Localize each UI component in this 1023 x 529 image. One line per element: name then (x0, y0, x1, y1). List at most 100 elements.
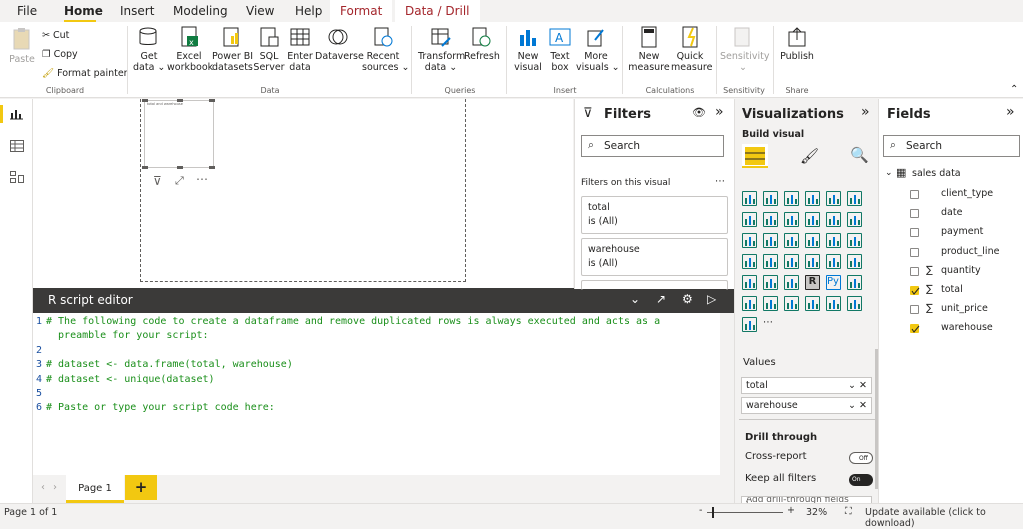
resize-handle[interactable] (142, 166, 148, 169)
area-chart-icon[interactable] (763, 212, 778, 227)
field-total[interactable]: total (941, 284, 963, 295)
100-column-icon[interactable] (847, 191, 862, 206)
funnel-icon[interactable] (763, 233, 778, 248)
pie-icon[interactable] (805, 233, 820, 248)
next-page-icon[interactable]: › (53, 482, 57, 493)
filter-card-total[interactable]: total is (All) (581, 196, 728, 234)
field-checkbox[interactable] (910, 247, 919, 257)
new-visual-button[interactable]: New visual (512, 26, 544, 73)
zoom-slider-thumb[interactable] (712, 507, 714, 518)
stacked-column-icon[interactable] (763, 191, 778, 206)
field-checkbox[interactable] (910, 324, 920, 334)
report-view-icon[interactable] (10, 108, 24, 123)
gauge-icon[interactable] (784, 254, 799, 269)
paginated-icon[interactable] (805, 296, 820, 311)
donut-icon[interactable] (826, 233, 841, 248)
paste-button[interactable]: Paste (6, 26, 38, 65)
more-visuals-button[interactable]: More visuals ⌄ (576, 26, 620, 73)
cross-report-toggle[interactable]: Off (849, 452, 873, 464)
line-column-icon[interactable] (805, 212, 820, 227)
values-well-total[interactable]: total ⌄ ✕ (741, 377, 872, 394)
build-visual-tab[interactable] (742, 144, 768, 168)
field-checkbox[interactable] (910, 228, 919, 238)
power-bi-datasets-button[interactable]: Power BI datasets (212, 26, 253, 73)
collapse-pane-icon[interactable]: » (1006, 104, 1015, 120)
cut-button[interactable]: ✂ Cut (42, 30, 69, 41)
refresh-button[interactable]: Refresh (464, 26, 500, 62)
chevron-down-icon[interactable]: ⌄ (885, 168, 893, 178)
key-influencers-icon[interactable] (847, 275, 862, 290)
tab-help[interactable]: Help (295, 4, 322, 18)
r-script-code-area[interactable]: 1 # The following code to create a datafr… (33, 313, 720, 475)
field-payment[interactable]: payment (941, 226, 983, 237)
power-automate-icon[interactable] (847, 296, 862, 311)
slicer-icon[interactable] (742, 275, 757, 290)
resize-handle[interactable] (177, 166, 183, 169)
treemap-icon[interactable] (847, 233, 862, 248)
chevron-remove-icon[interactable]: ⌄ ✕ (848, 380, 867, 391)
resize-handle[interactable] (142, 99, 148, 102)
excel-workbook-button[interactable]: x Excel workbook (167, 26, 213, 73)
field-checkbox[interactable] (910, 209, 919, 219)
selected-visual[interactable]: total and warehouse (142, 99, 215, 169)
ellipsis-icon[interactable]: ⋯ (763, 317, 778, 332)
field-checkbox[interactable] (910, 190, 919, 199)
field-checkbox[interactable] (910, 266, 919, 276)
drill-through-drop-area[interactable]: Add drill-through fields here (741, 496, 872, 503)
enter-data-button[interactable]: Enter data (286, 26, 314, 73)
quick-measure-button[interactable]: Quick measure (671, 26, 712, 73)
zoom-in-button[interactable]: + (787, 505, 795, 516)
stacked-area-icon[interactable] (784, 212, 799, 227)
dataverse-button[interactable]: Dataverse (315, 26, 364, 62)
field-checkbox[interactable] (910, 305, 919, 315)
qa-icon[interactable] (763, 296, 778, 311)
publish-button[interactable]: Publish (778, 26, 816, 62)
text-box-button[interactable]: A Text box (545, 26, 575, 73)
matrix-icon[interactable] (784, 275, 799, 290)
decomposition-tree-icon[interactable] (742, 296, 757, 311)
more-options-icon[interactable]: ⋯ (715, 176, 725, 187)
update-available-link[interactable]: Update available (click to download) (865, 507, 1023, 529)
collapse-ribbon-icon[interactable]: ⌃ (1010, 84, 1018, 95)
add-page-button[interactable]: + (125, 475, 157, 500)
filters-search-input[interactable]: ⌕ Search (581, 135, 724, 157)
settings-icon[interactable]: ⚙ (682, 292, 693, 306)
tab-file[interactable]: File (17, 4, 37, 18)
tab-view[interactable]: View (246, 4, 274, 18)
ribbon-chart-icon[interactable] (847, 212, 862, 227)
filter-icon[interactable]: ⊽ (153, 174, 162, 188)
run-script-icon[interactable]: ▷ (707, 292, 716, 306)
collapse-pane-icon[interactable]: » (715, 104, 724, 120)
prev-page-icon[interactable]: ‹ (41, 482, 45, 493)
field-unit_price[interactable]: unit_price (941, 303, 988, 314)
transform-data-button[interactable]: Transform data ⌄ (418, 26, 465, 73)
new-measure-button[interactable]: New measure (628, 26, 670, 73)
stacked-bar-icon[interactable] (742, 191, 757, 206)
table-view-icon[interactable] (10, 140, 24, 155)
tab-home[interactable]: Home (64, 4, 103, 18)
line-clustered-icon[interactable] (826, 212, 841, 227)
line-chart-icon[interactable] (742, 212, 757, 227)
get-data-button[interactable]: Get data ⌄ (133, 26, 165, 73)
field-warehouse[interactable]: warehouse (941, 322, 993, 333)
collapse-pane-icon[interactable]: » (861, 104, 870, 120)
multirow-card-icon[interactable] (826, 254, 841, 269)
expand-editor-icon[interactable]: ↗ (656, 292, 666, 306)
tab-insert[interactable]: Insert (120, 4, 154, 18)
field-product_line[interactable]: product_line (941, 246, 999, 257)
resize-handle[interactable] (209, 99, 215, 102)
values-well-warehouse[interactable]: warehouse ⌄ ✕ (741, 397, 872, 414)
chevron-remove-icon[interactable]: ⌄ ✕ (848, 400, 867, 411)
format-visual-tab[interactable]: 🖌 (800, 147, 819, 165)
filter-card-warehouse[interactable]: warehouse is (All) (581, 238, 728, 276)
filter-drop-area[interactable] (581, 280, 728, 290)
format-painter-button[interactable]: 🖌 Format painter (42, 68, 128, 79)
power-apps-icon[interactable] (826, 296, 841, 311)
kpi-icon[interactable] (847, 254, 862, 269)
keep-all-filters-toggle[interactable]: On (849, 474, 873, 486)
page-tab-page-1[interactable]: Page 1 (66, 475, 124, 503)
field-date[interactable]: date (941, 207, 962, 218)
analytics-tab[interactable]: 🔍 (850, 146, 869, 164)
model-view-icon[interactable] (10, 171, 24, 186)
narrative-icon[interactable] (784, 296, 799, 311)
